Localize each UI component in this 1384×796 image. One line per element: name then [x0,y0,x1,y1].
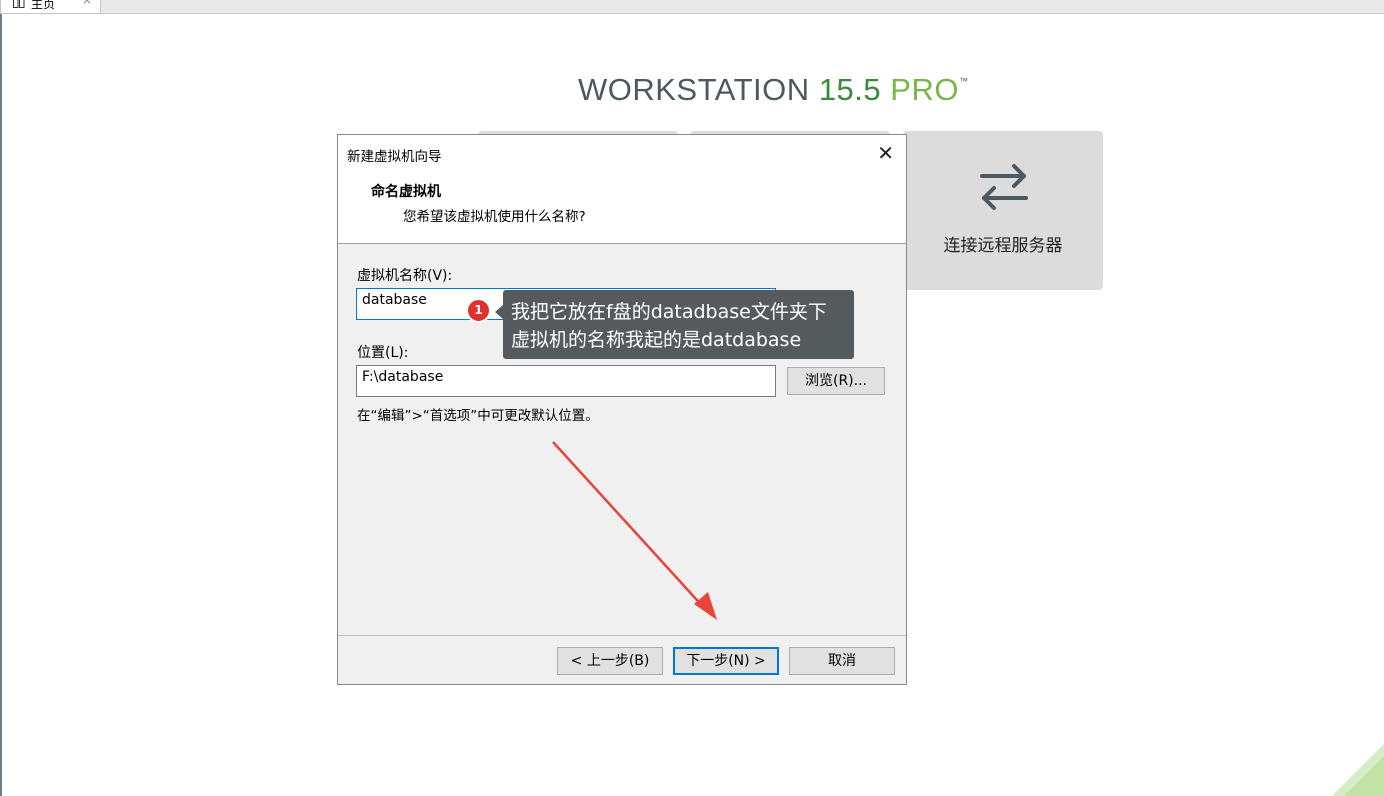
annotation-callout: 我把它放在f盘的datadbase文件夹下 虚拟机的名称我起的是datdabas… [495,290,854,359]
brand-version: 15.5 [818,72,882,107]
location-input[interactable]: F:\database [356,365,776,397]
dialog-title: 新建虚拟机向导 [347,149,442,165]
step-description: 您希望该虚拟机使用什么名称? [403,209,586,225]
remote-connect-icon [978,161,1030,217]
browse-button[interactable]: 浏览(R)... [787,367,885,395]
home-card-connect-remote[interactable]: 连接远程服务器 [903,131,1103,290]
dialog-header: 新建虚拟机向导 ✕ 命名虚拟机 您希望该虚拟机使用什么名称? [338,135,906,244]
brand-word: WORKSTATION [578,72,810,107]
step-heading: 命名虚拟机 [371,184,441,200]
tab-close-icon[interactable]: × [82,0,92,7]
cancel-button[interactable]: 取消 [789,647,895,675]
default-location-hint: 在“编辑”>“首选项”中可更改默认位置。 [357,408,599,424]
brand-edition: PRO [890,72,959,107]
next-button[interactable]: 下一步(N) > [673,647,779,675]
footer-divider [338,635,906,636]
annotation-badge: 1 [466,298,491,323]
close-icon[interactable]: ✕ [877,141,894,165]
new-vm-wizard-dialog: 新建虚拟机向导 ✕ 命名虚拟机 您希望该虚拟机使用什么名称? 虚拟机名称(V):… [337,134,907,685]
tab-strip: 主页 × [0,0,1384,14]
home-icon [13,0,25,11]
corner-decoration [1332,744,1384,796]
tab-label: 主页 [31,0,56,11]
workstation-logo: WORKSTATION 15.5 PRO™ [578,72,968,108]
brand-tm: ™ [958,76,969,86]
window-left-border [0,14,2,796]
back-button[interactable]: < 上一步(B) [557,647,663,675]
card-label: 连接远程服务器 [943,236,1063,256]
annotation-line-1: 我把它放在f盘的datadbase文件夹下 [511,301,827,323]
location-label: 位置(L): [357,345,409,361]
vm-name-label: 虚拟机名称(V): [357,268,453,284]
annotation-line-2: 虚拟机的名称我起的是datdabase [511,329,802,351]
tab-home[interactable]: 主页 × [0,0,101,14]
